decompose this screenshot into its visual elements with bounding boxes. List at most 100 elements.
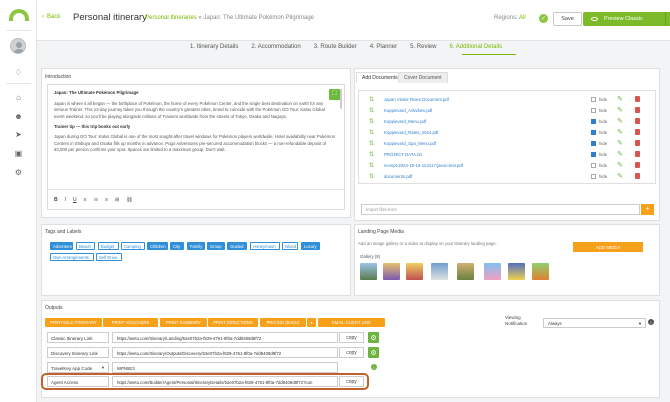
step-tab[interactable]: 4. Planner [370, 44, 397, 50]
tag-group[interactable]: Group [207, 242, 225, 250]
toolbar-button[interactable]: ≡ [84, 197, 87, 203]
delete-icon[interactable] [635, 129, 640, 135]
output-button[interactable]: PRICING (BACK) [260, 318, 306, 327]
drag-handle-icon[interactable]: ⇅ [369, 96, 374, 103]
copy-button[interactable]: copy [339, 347, 364, 358]
drag-handle-icon[interactable]: ⇅ [369, 118, 374, 125]
edit-icon[interactable]: ✎ [617, 95, 623, 103]
tag-children[interactable]: Children [147, 242, 168, 250]
toolbar-button[interactable]: ⁝≡ [94, 197, 99, 203]
document-link[interactable]: PROJECT DATA.txt [384, 152, 422, 157]
delete-icon[interactable] [635, 96, 640, 102]
tag-luxury[interactable]: Luxury [301, 242, 320, 250]
home-icon[interactable]: ⌂ [14, 93, 23, 102]
add-media-button[interactable]: ADD MEDIA [573, 242, 643, 252]
fullscreen-icon[interactable]: ⛶ [329, 89, 340, 100]
step-tab[interactable]: 3. Route Builder [314, 44, 357, 50]
gallery-thumbnail[interactable] [457, 263, 474, 280]
toolbar-button[interactable]: I [65, 197, 66, 203]
output-url-field[interactable]: https://wetu.com/Itinerary/Outputs/Disco… [112, 347, 338, 358]
toolbar-button[interactable]: U [73, 197, 77, 203]
hide-checkbox[interactable] [591, 97, 596, 102]
edit-icon[interactable]: ✎ [617, 161, 623, 169]
gallery-thumbnail[interactable] [484, 263, 501, 280]
delete-icon[interactable] [635, 107, 640, 113]
document-link[interactable]: documents.pdf [384, 174, 412, 179]
toolbar-button[interactable]: B [54, 197, 58, 203]
logo-arch[interactable] [9, 9, 29, 21]
delete-icon[interactable] [635, 118, 640, 124]
chevron-down-icon[interactable]: ▼ [665, 12, 670, 26]
tab-cover-document[interactable]: Cover Document [398, 72, 448, 83]
output-url-field[interactable]: https://wetu.com/Itinerary/Landing/52e07… [112, 332, 338, 343]
drag-handle-icon[interactable]: ⇅ [369, 107, 374, 114]
editor-scrollbar[interactable] [340, 89, 342, 109]
import-files-input[interactable]: Import files from [361, 204, 640, 215]
drag-handle-icon[interactable]: ⇅ [369, 162, 374, 169]
step-tab[interactable]: 6. Additional Details [449, 44, 502, 50]
gallery-thumbnail[interactable] [383, 263, 400, 280]
output-label[interactable]: TravelKey App Code [47, 362, 109, 373]
document-link[interactable]: Japan Visitor Rules Document.pdf [384, 97, 449, 102]
hide-checkbox[interactable] [591, 163, 596, 168]
output-button[interactable]: PRINT VOUCHERS [103, 318, 158, 327]
output-button[interactable]: PRINTABLE ITINERARY [45, 318, 102, 327]
tag-own-arrangements[interactable]: Own Arrangements [50, 253, 94, 261]
viewing-notification-select[interactable]: Always ▼ [543, 318, 646, 328]
add-file-button[interactable]: + [641, 204, 654, 215]
drag-handle-icon[interactable]: ⇅ [369, 151, 374, 158]
document-link[interactable]: Koppievard_Activities.pdf [384, 108, 432, 113]
chevron-down-icon[interactable]: ▼ [101, 365, 105, 370]
bell-icon[interactable]: ♢ [14, 68, 23, 77]
edit-icon[interactable]: ✎ [617, 128, 623, 136]
delete-icon[interactable] [635, 140, 640, 146]
step-tab[interactable]: 1. Itinerary Details [190, 44, 238, 50]
user-avatar[interactable] [10, 38, 26, 54]
tag-budget[interactable]: Budget [98, 242, 119, 250]
info-icon[interactable]: i [371, 364, 377, 370]
users-icon[interactable]: ☻ [14, 112, 23, 121]
tag-beach[interactable]: Beach [76, 242, 95, 250]
edit-icon[interactable]: ✎ [617, 106, 623, 114]
tag-family[interactable]: Family [187, 242, 205, 250]
step-tab[interactable]: 2. Accommodation [251, 44, 300, 50]
info-icon[interactable]: i [648, 319, 654, 325]
hide-checkbox[interactable] [591, 108, 596, 113]
drag-handle-icon[interactable]: ⇅ [369, 129, 374, 136]
rich-text-editor[interactable]: Japan: The Ultimate Pokémon Pilgrimage J… [47, 84, 345, 210]
tag-city[interactable]: City [170, 242, 184, 250]
edit-icon[interactable]: ✎ [617, 139, 623, 147]
gallery-thumbnail[interactable] [431, 263, 448, 280]
document-link[interactable]: receipt-2024-10-15-113417-jason-test.pdf [384, 163, 463, 168]
output-button[interactable]: PRINT DIRECTIONS [208, 318, 258, 327]
tag-camping[interactable]: Camping [121, 242, 145, 250]
tag-guided[interactable]: Guided [227, 242, 247, 250]
regions-value[interactable]: All [519, 15, 526, 21]
preview-classic-button[interactable]: Preview Classic ▼ [583, 12, 670, 26]
hide-checkbox[interactable] [591, 130, 596, 135]
settings-icon[interactable]: ⚙ [14, 168, 23, 177]
hide-checkbox[interactable] [591, 174, 596, 179]
document-link[interactable]: Koppievard_Menu.pdf [384, 119, 426, 124]
hide-checkbox[interactable] [591, 152, 596, 157]
delete-icon[interactable] [635, 173, 640, 179]
tab-add-documents[interactable]: Add Documents [356, 72, 404, 83]
tag-island[interactable]: Island [282, 242, 298, 250]
step-tab[interactable]: 5. Review [410, 44, 436, 50]
settings-icon[interactable]: ⚙ [368, 347, 379, 358]
edit-icon[interactable]: ✎ [617, 172, 623, 180]
toolbar-button[interactable]: ⛓ [126, 197, 132, 203]
edit-icon[interactable]: ✎ [617, 117, 623, 125]
output-button[interactable]: EMAIL CLIENT LINK [318, 318, 385, 327]
toolbar-button[interactable]: ≡ [105, 197, 108, 203]
gallery-thumbnail[interactable] [360, 263, 377, 280]
output-button[interactable]: PRINT SUMMARY [160, 318, 207, 327]
delete-icon[interactable] [635, 162, 640, 168]
tag-adventure[interactable]: Adventure [50, 242, 73, 250]
edit-icon[interactable]: ✎ [617, 150, 623, 158]
tag-honeymoon[interactable]: Honeymoon [250, 242, 280, 250]
gallery-thumbnail[interactable] [508, 263, 525, 280]
settings-icon[interactable]: ⚙ [368, 332, 379, 343]
document-link[interactable]: Koppievard_Rates_2024.pdf [384, 130, 438, 135]
image-icon[interactable]: ▣ [14, 149, 23, 158]
